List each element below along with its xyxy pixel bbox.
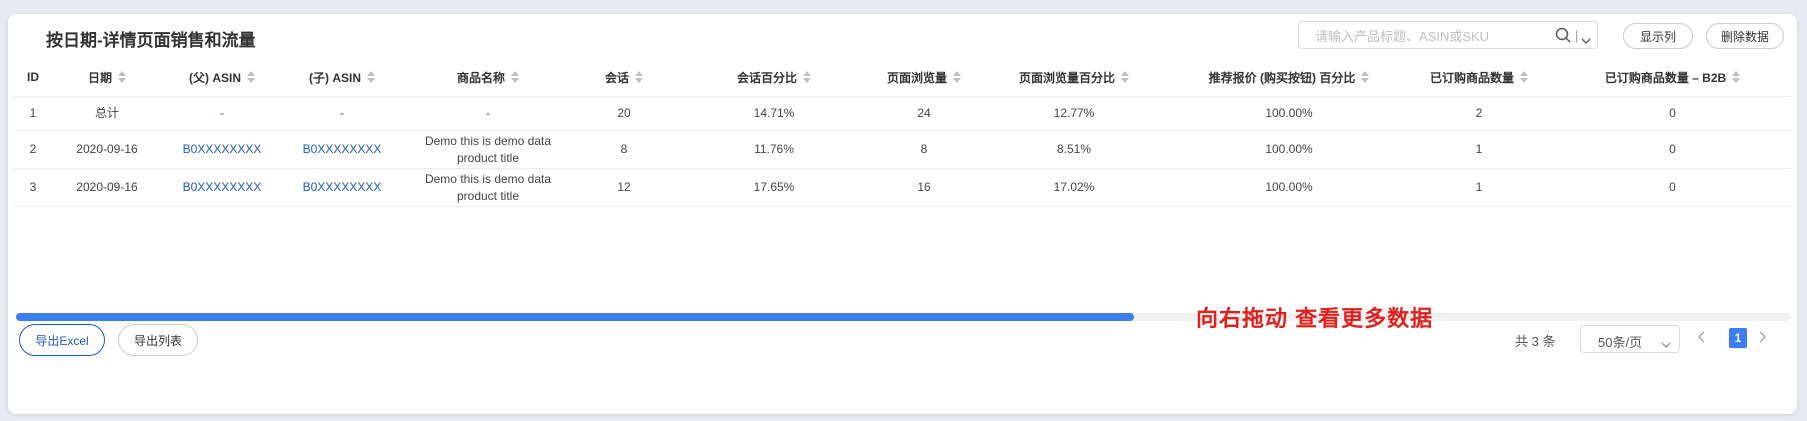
cell-session-percentage: 14.71% [753, 106, 795, 120]
header-id: ID [27, 70, 39, 84]
sort-icon[interactable] [1361, 71, 1370, 83]
show-columns-button[interactable]: 显示列 [1623, 23, 1693, 49]
sort-icon[interactable] [803, 71, 811, 83]
search-input[interactable] [1313, 25, 1537, 47]
cell-date: 总计 [94, 106, 119, 120]
total-count: 共 3 条 [1515, 334, 1556, 349]
header-sessions[interactable]: 会话 [574, 58, 674, 96]
cell-units-ordered-b2b: 0 [1669, 142, 1676, 156]
child-asin-link[interactable]: B0XXXXXXXX [282, 169, 402, 206]
sort-icon[interactable] [1121, 71, 1129, 83]
sort-icon[interactable] [1732, 71, 1741, 83]
cell-units-ordered: 1 [1475, 180, 1483, 194]
table-row: 1 总计 - - - 20 14.71% 24 12.77% 100.00% 2… [14, 97, 1791, 131]
header-child-asin[interactable]: (子) ASIN [282, 58, 402, 96]
sort-icon[interactable] [511, 71, 519, 83]
cell-date: 2020-09-16 [76, 142, 138, 156]
scrollbar-thumb[interactable] [16, 313, 1135, 321]
header-page-views[interactable]: 页面浏览量 [874, 58, 974, 96]
child-asin-link[interactable]: B0XXXXXXXX [282, 131, 402, 168]
cell-session-percentage: 17.65% [753, 180, 795, 194]
cell-parent-asin: - [220, 106, 224, 120]
parent-asin-link[interactable]: B0XXXXXXXX [162, 169, 282, 206]
cell-product-name: Demo this is demo data product title [424, 171, 552, 203]
cell-units-ordered-b2b: 0 [1669, 180, 1676, 194]
cell-sessions: 20 [617, 106, 631, 120]
search-box[interactable]: | [1298, 21, 1598, 49]
table-header: ID 日期 (父) ASIN (子) ASIN 商品名称 会话 会话百分比 页面… [14, 58, 1791, 97]
header-product-name[interactable]: 商品名称 [402, 58, 574, 96]
page-number-current[interactable]: 1 [1729, 328, 1747, 348]
delete-data-button[interactable]: 删除数据 [1706, 23, 1784, 49]
cell-buy-box-percentage: 100.00% [1265, 106, 1313, 120]
sort-icon[interactable] [118, 71, 126, 83]
cell-page-view-percentage: 12.77% [1053, 106, 1095, 120]
scroll-hint: 向右拖动 查看更多数据 [1196, 306, 1434, 331]
table-row: 3 2020-09-16 B0XXXXXXXX B0XXXXXXXX Demo … [14, 169, 1791, 207]
horizontal-scrollbar[interactable] [16, 313, 1791, 321]
cell-buy-box-percentage: 100.00% [1265, 142, 1313, 156]
cell-units-ordered: 1 [1475, 142, 1483, 156]
header-session-percentage[interactable]: 会话百分比 [674, 58, 874, 96]
sort-icon[interactable] [247, 71, 255, 83]
header-date[interactable]: 日期 [52, 58, 162, 96]
cell-page-view-percentage: 17.02% [1053, 180, 1095, 194]
cell-page-views: 16 [917, 180, 931, 194]
sort-icon[interactable] [1520, 71, 1528, 83]
cell-session-percentage: 11.76% [754, 142, 794, 156]
cell-product-name: - [486, 106, 490, 120]
cell-sessions: 12 [617, 180, 631, 194]
cell-buy-box-percentage: 100.00% [1265, 180, 1313, 194]
cell-product-name: Demo this is demo data product title [424, 133, 552, 165]
header-units-ordered[interactable]: 已订购商品数量 [1404, 58, 1554, 96]
header-parent-asin[interactable]: (父) ASIN [162, 58, 282, 96]
cell-page-views: 24 [917, 106, 931, 120]
export-excel-button[interactable]: 导出Excel [19, 324, 105, 356]
cell-id: 3 [29, 180, 37, 194]
cell-units-ordered-b2b: 0 [1669, 106, 1676, 120]
search-divider: | [1575, 28, 1579, 43]
header-buy-box-percentage[interactable]: 推荐报价 (购买按钮) 百分比 [1174, 58, 1404, 96]
cell-sessions: 8 [620, 142, 628, 156]
cell-id: 1 [29, 106, 37, 120]
sort-icon[interactable] [953, 71, 961, 83]
cell-units-ordered: 2 [1475, 106, 1483, 120]
cell-child-asin: - [340, 106, 344, 120]
cell-id: 2 [29, 142, 37, 156]
report-card: 按日期-详情页面销售和流量 | 显示列 删除数据 ID 日期 (父) ASIN … [8, 14, 1797, 414]
export-list-button[interactable]: 导出列表 [118, 324, 198, 356]
page-title: 按日期-详情页面销售和流量 [46, 31, 256, 50]
parent-asin-link[interactable]: B0XXXXXXXX [162, 131, 282, 168]
search-icon[interactable] [1555, 27, 1571, 48]
header-units-ordered-b2b[interactable]: 已订购商品数量 – B2B [1554, 58, 1791, 96]
page-size-value: 50条/页 [1598, 335, 1643, 350]
page-size-select[interactable]: 50条/页 [1580, 325, 1680, 353]
cell-page-view-percentage: 8.51% [1056, 142, 1092, 156]
chevron-left-icon[interactable] [1698, 330, 1706, 348]
table-row: 2 2020-09-16 B0XXXXXXXX B0XXXXXXXX Demo … [14, 131, 1791, 169]
cell-date: 2020-09-16 [76, 180, 138, 194]
sort-icon[interactable] [635, 71, 643, 83]
sort-icon[interactable] [367, 71, 375, 83]
chevron-down-icon[interactable] [1581, 31, 1591, 49]
chevron-down-icon [1661, 336, 1671, 351]
cell-page-views: 8 [920, 142, 928, 156]
chevron-right-icon[interactable] [1758, 330, 1766, 348]
header-page-view-percentage[interactable]: 页面浏览量百分比 [974, 58, 1174, 96]
